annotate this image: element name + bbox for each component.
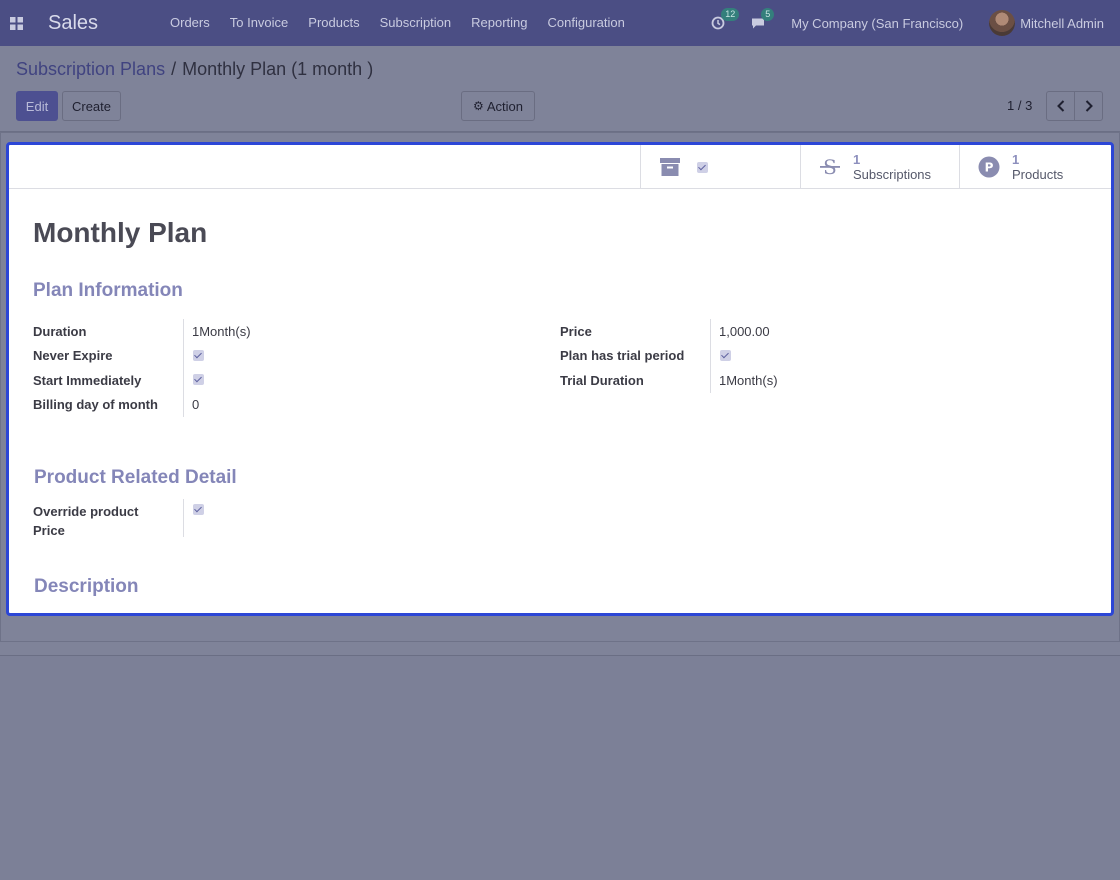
action-label: Action — [486, 98, 523, 114]
product-group-separator — [183, 499, 184, 537]
create-button[interactable]: Create — [62, 91, 121, 121]
control-panel: Subscription Plans / Monthly Plan (1 month… — [0, 46, 1120, 132]
billing-day-value[interactable]: 0 — [192, 397, 199, 412]
smart-button-box: S 1 Subscriptions P 1 Products — [9, 145, 1111, 189]
subscriptions-smart-button[interactable]: S 1 Subscriptions — [800, 145, 959, 189]
menu-item-configuration[interactable]: Configuration — [538, 0, 635, 46]
duration-label: Duration — [33, 324, 87, 339]
message-count-badge: 5 — [761, 8, 775, 21]
product-icon: P — [978, 156, 1000, 178]
never-expire-label: Never Expire — [33, 348, 113, 363]
user-avatar[interactable] — [989, 10, 1016, 36]
override-price-label-line2: Price — [33, 523, 65, 538]
record-name[interactable]: Monthly Plan — [33, 217, 207, 249]
section-plan-information: Plan Information — [33, 280, 183, 301]
pager-previous-button[interactable] — [1046, 91, 1075, 121]
override-price-label-line1: Override product — [33, 504, 139, 519]
products-label: Products — [1012, 167, 1064, 182]
products-count: 1 — [1012, 152, 1020, 167]
breadcrumb: Subscription Plans / Monthly Plan (1 month… — [16, 59, 373, 80]
svg-text:P: P — [985, 161, 994, 175]
products-smart-button[interactable]: P 1 Products — [959, 145, 1111, 189]
menu-item-to-invoice[interactable]: To Invoice — [220, 0, 299, 46]
subscriptions-label: Subscriptions — [853, 167, 932, 182]
gear-icon: ⚙ — [473, 99, 484, 113]
main-menu: Orders To Invoice Products Subscription … — [160, 0, 635, 46]
activity-button[interactable]: 12 — [711, 8, 740, 30]
billing-day-label: Billing day of month — [33, 397, 158, 412]
form-sheet: S 1 Subscriptions P 1 Products Monthly P… — [6, 142, 1114, 616]
price-label: Price — [560, 324, 592, 339]
subscriptions-count: 1 — [853, 152, 861, 167]
menu-item-reporting[interactable]: Reporting — [461, 0, 537, 46]
company-switcher[interactable]: My Company (San Francisco) — [791, 16, 963, 31]
breadcrumb-current: Monthly Plan (1 month ) — [182, 59, 374, 79]
pager-value[interactable]: 1 / 3 — [1007, 98, 1032, 113]
archive-icon — [659, 156, 681, 178]
edit-button[interactable]: Edit — [16, 91, 58, 121]
user-menu[interactable]: Mitchell Admin — [1020, 16, 1104, 31]
override-price-label: Override product Price — [33, 502, 138, 540]
action-dropdown-button[interactable]: ⚙ Action — [461, 91, 535, 121]
trial-period-label: Plan has trial period — [560, 348, 685, 363]
never-expire-checkbox[interactable] — [193, 350, 204, 361]
breadcrumb-separator: / — [171, 59, 177, 79]
systray: 12 5 My Company (San Francisco) Mitchell… — [711, 0, 1120, 46]
right-group-separator — [710, 319, 711, 393]
app-name[interactable]: Sales — [48, 12, 160, 35]
chevron-left-icon — [1056, 100, 1064, 112]
empty-background — [0, 656, 1120, 880]
menu-item-subscription[interactable]: Subscription — [370, 0, 462, 46]
duration-value[interactable]: 1Month(s) — [192, 324, 251, 339]
active-checkbox[interactable] — [697, 161, 708, 173]
menu-item-products[interactable]: Products — [298, 0, 369, 46]
start-immediately-label: Start Immediately — [33, 373, 142, 388]
trial-duration-label: Trial Duration — [560, 373, 644, 388]
override-price-checkbox[interactable] — [193, 504, 204, 515]
trial-period-checkbox[interactable] — [720, 350, 731, 361]
archive-toggle-button[interactable] — [640, 145, 800, 189]
activity-count-badge: 12 — [721, 8, 740, 21]
chevron-right-icon — [1085, 100, 1093, 112]
section-product-related-detail: Product Related Detail — [34, 467, 237, 488]
start-immediately-checkbox[interactable] — [193, 374, 204, 385]
price-value[interactable]: 1,000.00 — [719, 324, 770, 339]
section-description: Description — [34, 576, 139, 597]
pager-next-button[interactable] — [1074, 91, 1103, 121]
trial-duration-value[interactable]: 1Month(s) — [719, 373, 778, 388]
left-group-separator — [183, 319, 184, 417]
breadcrumb-parent-link[interactable]: Subscription Plans — [16, 59, 165, 79]
subscription-icon: S — [819, 156, 841, 178]
top-navbar: Sales Orders To Invoice Products Subscri… — [0, 0, 1120, 46]
menu-item-orders[interactable]: Orders — [160, 0, 220, 46]
messaging-button[interactable]: 5 — [751, 8, 775, 30]
apps-menu-icon[interactable] — [0, 0, 32, 46]
